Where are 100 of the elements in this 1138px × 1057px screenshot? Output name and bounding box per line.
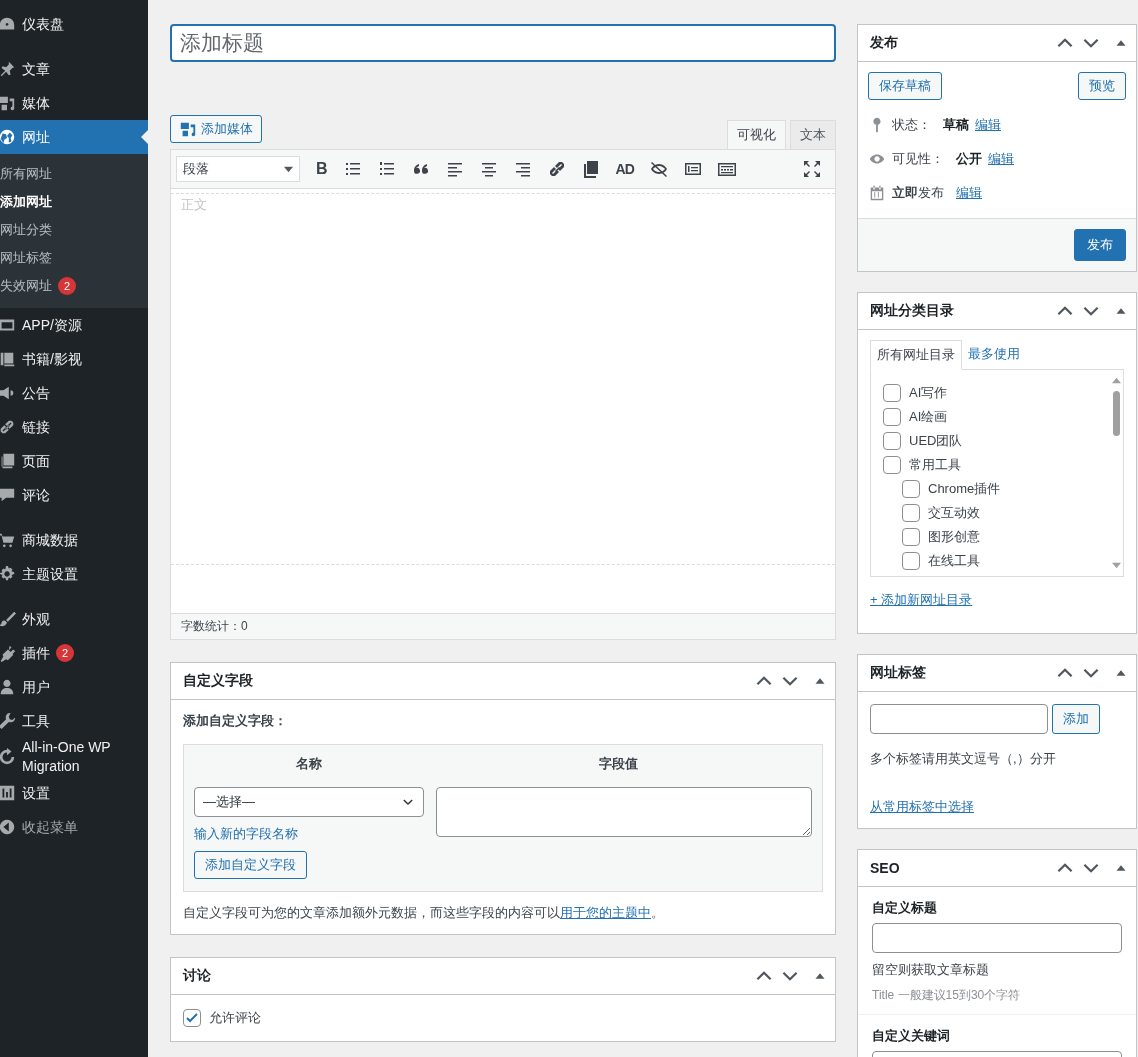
editor-tab[interactable]: 文本 bbox=[790, 120, 836, 149]
name-select[interactable]: —选择— bbox=[194, 787, 424, 817]
word-count: 字数统计：0 bbox=[171, 613, 835, 639]
sidebar-menu-item[interactable]: 用户 bbox=[0, 670, 148, 704]
submenu-item[interactable]: 失效网址 2 bbox=[0, 272, 148, 300]
cart-icon bbox=[0, 531, 16, 549]
edit-link[interactable]: 编辑 bbox=[988, 150, 1014, 168]
checkbox-label: 在线工具 bbox=[928, 552, 980, 570]
choose-tags-link[interactable]: 从常用标签中选择 bbox=[870, 799, 974, 814]
checkbox-label: 常用工具 bbox=[909, 456, 961, 474]
media-icon bbox=[0, 94, 16, 112]
sidebar-menu-item[interactable]: 设置 bbox=[0, 776, 148, 810]
new-field-name-link[interactable]: 输入新的字段名称 bbox=[194, 825, 298, 843]
save-draft-button[interactable]: 保存草稿 bbox=[868, 72, 942, 100]
box-title: 自定义字段 bbox=[183, 672, 253, 690]
checkbox-label: Chrome插件 bbox=[928, 480, 1001, 498]
sidebar-menu-item[interactable]: APP/资源 bbox=[0, 308, 148, 342]
checkbox[interactable] bbox=[902, 552, 920, 570]
checkbox[interactable] bbox=[902, 528, 920, 546]
brush-icon bbox=[0, 610, 16, 628]
tag-hint: 多个标签请用英文逗号（,）分开 bbox=[870, 750, 1057, 768]
wrench-icon bbox=[0, 712, 16, 730]
field-hint: 留空则获取文章标题 bbox=[872, 961, 990, 979]
collapse-icon bbox=[0, 818, 16, 836]
count-badge: 2 bbox=[56, 644, 74, 662]
sidebar-menu-item[interactable]: 书籍/影视 bbox=[0, 342, 148, 376]
publish-setting-label: 立即发布 bbox=[892, 184, 944, 202]
scrollbar-thumb[interactable] bbox=[1112, 391, 1120, 436]
add-tag-button[interactable]: 添加 bbox=[1052, 704, 1100, 734]
field-value-textarea[interactable] bbox=[436, 787, 812, 837]
category-tab[interactable]: 最多使用 bbox=[962, 340, 1026, 369]
sidebar-menu-item[interactable]: 收起菜单 bbox=[0, 810, 148, 844]
field-label: 自定义标题 bbox=[872, 899, 938, 917]
page-icon bbox=[0, 452, 16, 470]
sidebar-menu-item[interactable]: 媒体 bbox=[0, 86, 148, 120]
sidebar-menu-item[interactable]: 主题设置 bbox=[0, 557, 148, 591]
sidebar-menu-item[interactable]: 评论 bbox=[0, 478, 148, 512]
sidebar-menu-item[interactable]: 页面 bbox=[0, 444, 148, 478]
column-header: 名称 bbox=[295, 755, 323, 773]
publish-setting-label: 可见性： bbox=[892, 150, 944, 168]
sidebar-menu-item[interactable]: 仪表盘 bbox=[0, 7, 148, 41]
bold-button[interactable]: B bbox=[312, 160, 332, 178]
add-custom-field-button[interactable]: 添加自定义字段 bbox=[194, 851, 307, 879]
ad-button[interactable]: AD bbox=[611, 161, 638, 177]
sidebar-menu-item[interactable]: 工具 bbox=[0, 704, 148, 738]
category-tab[interactable]: 所有网址目录 bbox=[870, 340, 962, 370]
calendar-icon bbox=[868, 184, 886, 202]
tag-field[interactable] bbox=[870, 704, 1048, 734]
checkbox[interactable] bbox=[183, 1009, 201, 1027]
checkbox-label: 图形创意 bbox=[928, 528, 980, 546]
fullscreen-icon[interactable] bbox=[802, 159, 822, 179]
checkbox[interactable] bbox=[883, 408, 901, 426]
edit-link[interactable]: 编辑 bbox=[975, 116, 1001, 134]
dropdown-arrow-icon bbox=[284, 164, 293, 174]
editor-tab[interactable]: 可视化 bbox=[727, 120, 786, 149]
submenu-item[interactable]: 所有网址 bbox=[0, 160, 148, 188]
submenu-item[interactable]: 网址分类 bbox=[0, 216, 148, 244]
format-dropdown[interactable]: 段落 bbox=[176, 156, 300, 182]
edit-link[interactable]: 编辑 bbox=[956, 184, 982, 202]
box-title: 网址标签 bbox=[870, 664, 926, 682]
theme-link[interactable]: 用于您的主题中 bbox=[560, 905, 651, 920]
checkbox-label: AI绘画 bbox=[909, 408, 948, 426]
checkbox[interactable] bbox=[883, 384, 901, 402]
settings-icon bbox=[0, 565, 16, 583]
pushpin-icon bbox=[0, 60, 16, 78]
section-label: 添加自定义字段： bbox=[183, 712, 288, 730]
sidebar-menu-item[interactable]: 公告 bbox=[0, 376, 148, 410]
checkbox[interactable] bbox=[883, 432, 901, 450]
publish-button[interactable]: 发布 bbox=[1074, 229, 1126, 261]
column-header: 字段值 bbox=[597, 755, 639, 773]
scroll-down-arrow-icon[interactable] bbox=[1111, 561, 1121, 570]
media-icon bbox=[179, 120, 197, 138]
user-icon bbox=[0, 678, 16, 696]
add-category-link[interactable]: + 添加新网址目录 bbox=[870, 591, 973, 609]
checkbox[interactable] bbox=[902, 504, 920, 522]
preview-button[interactable]: 预览 bbox=[1078, 72, 1126, 100]
submenu-item[interactable]: 网址标签 bbox=[0, 244, 148, 272]
sidebar-menu-item[interactable]: 外观 bbox=[0, 602, 148, 636]
checkbox-label: 交互动效 bbox=[928, 504, 980, 522]
sidebar-menu-item[interactable]: 文章 bbox=[0, 52, 148, 86]
circular-arrow-icon bbox=[0, 748, 16, 766]
checkbox[interactable] bbox=[902, 480, 920, 498]
sidebar-menu-item[interactable]: All-in-One WP Migration bbox=[0, 738, 148, 776]
field-label: 自定义关键词 bbox=[872, 1027, 951, 1045]
box-title: 发布 bbox=[870, 34, 898, 52]
plug-icon bbox=[0, 644, 16, 662]
count-badge: 2 bbox=[58, 277, 76, 295]
scroll-up-arrow-icon[interactable] bbox=[1111, 376, 1121, 385]
add-media-button[interactable]: 添加媒体 bbox=[170, 115, 262, 143]
sidebar-menu-item[interactable]: 链接 bbox=[0, 410, 148, 444]
sidebar-menu-item[interactable]: 网址 bbox=[0, 120, 148, 154]
eye-slash-icon[interactable] bbox=[648, 159, 669, 179]
seo-field[interactable] bbox=[872, 923, 1122, 953]
checkbox-label: 允许评论 bbox=[209, 1009, 261, 1027]
checkbox[interactable] bbox=[883, 456, 901, 474]
sidebar-menu-item[interactable]: 商城数据 bbox=[0, 523, 148, 557]
title-field[interactable]: 添加标题 bbox=[170, 24, 836, 62]
submenu-item[interactable]: 添加网址 bbox=[0, 188, 148, 216]
sidebar-menu-item[interactable]: 插件 2 bbox=[0, 636, 148, 670]
publish-setting-value: 公开 bbox=[956, 150, 982, 168]
